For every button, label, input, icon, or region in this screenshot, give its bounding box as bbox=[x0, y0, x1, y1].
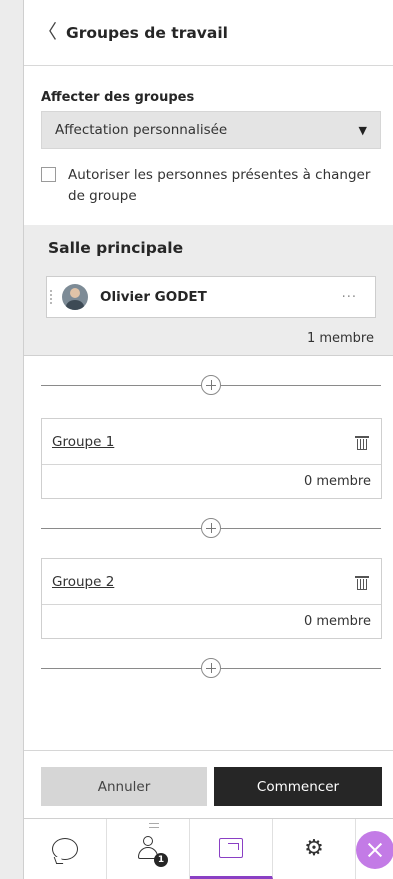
tab-share-content[interactable] bbox=[190, 819, 273, 879]
chat-icon bbox=[52, 838, 78, 860]
group-card: Groupe 1 0 membre bbox=[41, 418, 382, 499]
member-name: Olivier GODET bbox=[100, 289, 207, 305]
chevron-left-icon: 〈 bbox=[38, 21, 58, 43]
group-header: Groupe 2 bbox=[42, 559, 381, 605]
group-member-count: 0 membre bbox=[303, 614, 371, 629]
drag-handle-icon[interactable] bbox=[50, 290, 56, 304]
caret-down-icon: ▼ bbox=[358, 123, 367, 137]
allow-switch-row: Autoriser les personnes présentes à chan… bbox=[41, 165, 381, 207]
back-button[interactable]: 〈 bbox=[38, 23, 62, 42]
close-icon[interactable] bbox=[356, 831, 393, 869]
breakout-groups-panel: 〈 Groupes de travail Affecter des groupe… bbox=[23, 0, 393, 879]
select-value: Affectation personnalisée bbox=[55, 122, 228, 138]
allow-switch-checkbox[interactable] bbox=[41, 167, 56, 182]
avatar bbox=[62, 284, 88, 310]
bottom-tab-bar: 1 ⚙ bbox=[24, 818, 393, 879]
share-icon bbox=[219, 837, 243, 858]
start-button[interactable]: Commencer bbox=[214, 767, 382, 806]
main-room-member-count: 1 membre bbox=[306, 331, 374, 346]
add-group-divider bbox=[41, 375, 381, 395]
group-header: Groupe 1 bbox=[42, 419, 381, 465]
action-bar: Annuler Commencer bbox=[24, 750, 393, 818]
attendees-icon: 1 bbox=[134, 836, 168, 867]
assign-groups-label: Affecter des groupes bbox=[41, 90, 195, 105]
tab-chat[interactable] bbox=[24, 819, 107, 879]
add-group-plus-icon[interactable] bbox=[201, 658, 221, 678]
tab-settings[interactable]: ⚙ bbox=[273, 819, 356, 879]
assign-groups-section: Affecter des groupes Affectation personn… bbox=[41, 90, 381, 207]
group-name-link[interactable]: Groupe 2 bbox=[52, 574, 114, 590]
main-room-section: Salle principale Olivier GODET ··· 1 mem… bbox=[24, 225, 393, 356]
panel-title: Groupes de travail bbox=[66, 23, 228, 42]
add-group-plus-icon[interactable] bbox=[201, 518, 221, 538]
assign-groups-select[interactable]: Affectation personnalisée ▼ bbox=[41, 111, 381, 149]
attendees-count-badge: 1 bbox=[154, 853, 168, 867]
member-card[interactable]: Olivier GODET ··· bbox=[46, 276, 376, 318]
more-options-icon[interactable]: ··· bbox=[342, 290, 357, 305]
main-room-title: Salle principale bbox=[48, 239, 184, 257]
panel-header: 〈 Groupes de travail bbox=[24, 0, 393, 66]
allow-switch-label[interactable]: Autoriser les personnes présentes à chan… bbox=[68, 165, 381, 207]
add-group-divider bbox=[41, 658, 381, 678]
group-card: Groupe 2 0 membre bbox=[41, 558, 382, 639]
tab-attendees[interactable]: 1 bbox=[107, 819, 190, 879]
trash-icon[interactable] bbox=[355, 434, 369, 450]
add-group-divider bbox=[41, 518, 381, 538]
trash-icon[interactable] bbox=[355, 574, 369, 590]
group-name-link[interactable]: Groupe 1 bbox=[52, 434, 114, 450]
cancel-button[interactable]: Annuler bbox=[41, 767, 207, 806]
add-group-plus-icon[interactable] bbox=[201, 375, 221, 395]
group-member-count: 0 membre bbox=[303, 474, 371, 489]
gear-icon: ⚙ bbox=[304, 836, 324, 861]
